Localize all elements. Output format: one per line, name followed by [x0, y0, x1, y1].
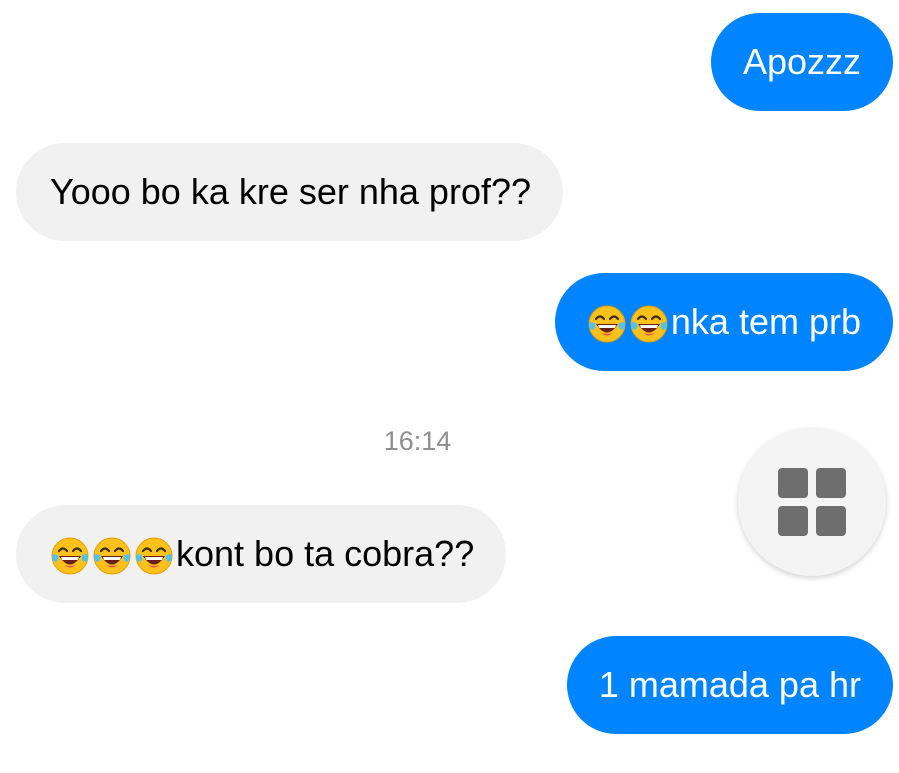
laughing-tears-emoji-icon [629, 304, 669, 344]
grid-icon [778, 468, 846, 536]
emoji-group [50, 532, 176, 575]
laughing-tears-emoji-icon [50, 536, 90, 576]
laughing-tears-emoji-icon [587, 304, 627, 344]
chat-conversation: Apozzz Yooo bo ka kre ser nha prof?? nka… [0, 0, 899, 773]
message-text: Apozzz [742, 41, 861, 82]
message-bubble-incoming[interactable]: Yooo bo ka kre ser nha prof?? [16, 143, 564, 241]
emoji-group [587, 300, 671, 343]
grid-cell [816, 468, 846, 498]
grid-cell [778, 506, 808, 536]
laughing-tears-emoji-icon [92, 536, 132, 576]
message-text: kont bo ta cobra?? [176, 533, 475, 574]
message-text: nka tem prb [670, 301, 861, 342]
laughing-tears-emoji-icon [134, 536, 174, 576]
floating-menu-button[interactable] [738, 428, 886, 576]
message-bubble-outgoing[interactable]: nka tem prb [554, 273, 893, 371]
message-text: 1 mamada pa hr [598, 664, 861, 705]
message-timestamp: 16:14 [383, 426, 452, 456]
grid-cell [778, 468, 808, 498]
message-text: Yooo bo ka kre ser nha prof?? [50, 171, 532, 212]
message-bubble-outgoing[interactable]: Apozzz [710, 13, 893, 111]
grid-cell [816, 506, 846, 536]
message-bubble-incoming[interactable]: kont bo ta cobra?? [16, 505, 507, 603]
message-bubble-outgoing[interactable]: 1 mamada pa hr [566, 636, 893, 734]
